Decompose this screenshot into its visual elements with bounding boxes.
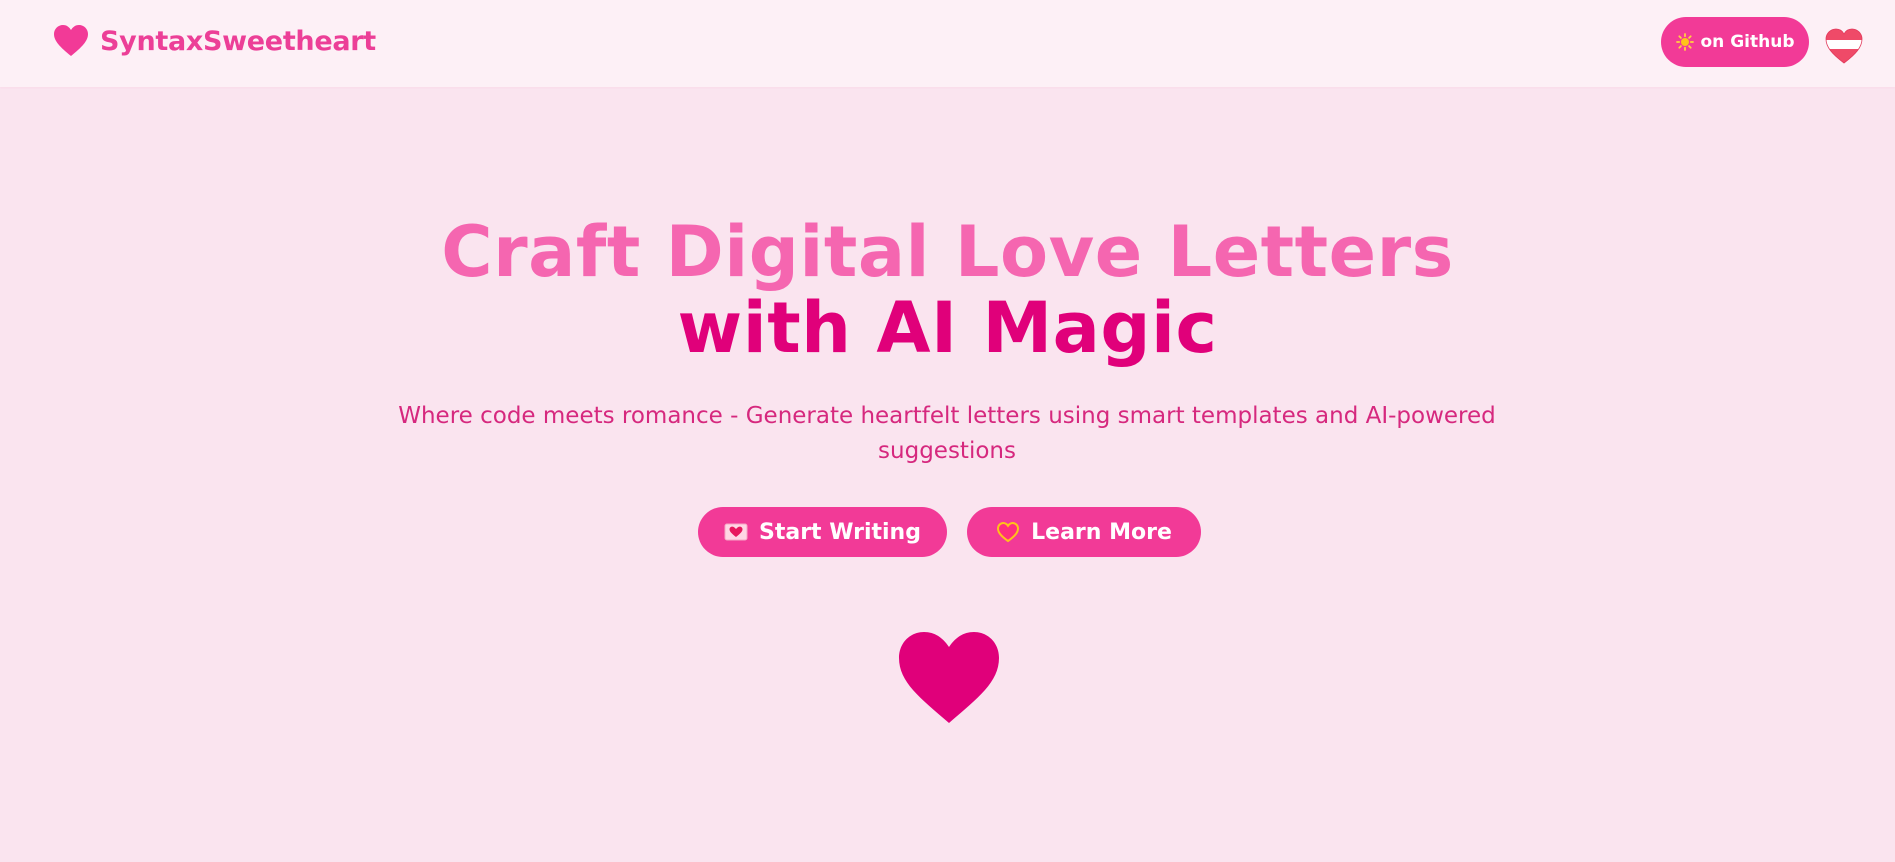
- navbar: SyntaxSweetheart on Github: [0, 0, 1895, 87]
- github-button[interactable]: on Github: [1661, 17, 1809, 67]
- start-writing-button[interactable]: Start Writing: [698, 507, 947, 557]
- cta-button-row: Start Writing Learn More: [0, 507, 1895, 557]
- heart-icon: [898, 630, 1000, 724]
- brand-name: SyntaxSweetheart: [100, 25, 376, 57]
- hero-title-line1: Craft Digital Love Letters: [441, 211, 1454, 293]
- heart-icon: [53, 24, 89, 58]
- github-button-label: on Github: [1700, 32, 1795, 52]
- brand-link[interactable]: SyntaxSweetheart: [53, 24, 376, 58]
- hero-title-line2: with AI Magic: [677, 287, 1218, 369]
- start-writing-label: Start Writing: [759, 519, 921, 545]
- heart-outline-icon: [996, 520, 1020, 544]
- hero-subtitle: Where code meets romance - Generate hear…: [398, 403, 1496, 464]
- heart-flag-icon: [1824, 26, 1864, 66]
- theme-toggle-button[interactable]: [1824, 26, 1864, 66]
- learn-more-label: Learn More: [1031, 519, 1172, 545]
- sun-icon: [1675, 33, 1694, 51]
- love-letter-icon: [724, 523, 748, 541]
- learn-more-button[interactable]: Learn More: [967, 507, 1201, 557]
